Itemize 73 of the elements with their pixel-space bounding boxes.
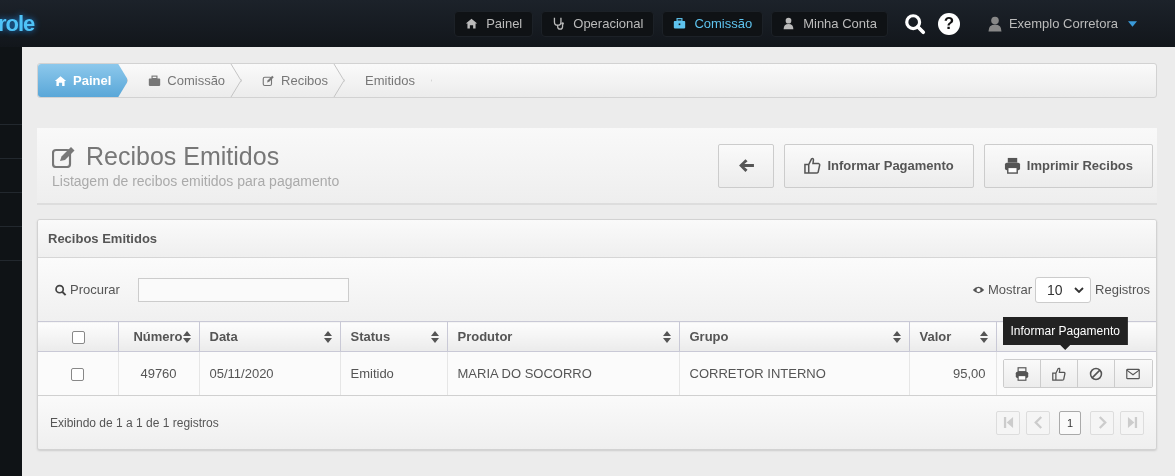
search-icon xyxy=(54,283,67,296)
briefcase-icon xyxy=(148,74,162,87)
thumbs-up-icon xyxy=(804,157,822,174)
chevron-down-icon xyxy=(1074,286,1085,293)
table-cell: CORRETOR INTERNO xyxy=(679,351,909,396)
stethoscope-icon xyxy=(552,17,566,30)
imprimir-recibos-button[interactable]: Imprimir Recibos xyxy=(983,143,1153,188)
records-label: Registros xyxy=(1095,282,1150,297)
help-icon[interactable]: ? xyxy=(937,12,960,35)
home-icon xyxy=(465,17,479,30)
nav-tab[interactable]: Minha Conta xyxy=(771,10,888,37)
chevron-left-icon xyxy=(1032,416,1044,429)
print-button[interactable] xyxy=(1003,360,1041,387)
page-title: Recibos Emitidos xyxy=(86,142,280,171)
ban-icon xyxy=(1088,366,1103,381)
search-label: Procurar xyxy=(54,282,120,297)
column-header[interactable]: Grupo xyxy=(679,321,909,352)
edit-icon xyxy=(52,145,76,168)
nav-tab[interactable]: Comissão xyxy=(662,10,764,37)
informar-pagamento-button[interactable]: Informar Pagamento xyxy=(784,143,974,188)
table-cell: MARIA DO SOCORRO xyxy=(447,351,679,396)
show-label: Mostrar xyxy=(972,282,1033,297)
page-button[interactable]: 1 xyxy=(1059,410,1081,435)
column-header[interactable]: Produtor xyxy=(447,321,679,352)
nav-tab[interactable]: Operacional xyxy=(541,10,655,37)
caret-icon xyxy=(1128,20,1137,27)
breadcrumb-link[interactable]: Emitidos xyxy=(345,64,432,97)
home-icon xyxy=(54,74,67,87)
thumbs-up-icon xyxy=(1051,366,1066,381)
user-icon xyxy=(782,17,796,30)
envelope-icon xyxy=(1126,366,1140,381)
page-size-select[interactable]: 10 xyxy=(1035,276,1092,303)
sort-icon xyxy=(323,330,332,343)
printer-icon xyxy=(1003,157,1021,174)
edit-icon xyxy=(262,74,276,87)
user-menu[interactable]: Exemplo Corretora xyxy=(981,14,1143,33)
panel-title: Recibos Emitidos xyxy=(38,220,1156,258)
nav-tab[interactable]: Painel xyxy=(454,10,534,37)
chevron-right-icon xyxy=(1096,416,1108,429)
search-icon[interactable] xyxy=(903,12,926,35)
sort-icon xyxy=(430,330,439,343)
select-all-checkbox[interactable] xyxy=(72,331,86,345)
briefcase-icon xyxy=(673,17,687,30)
records-info: Exibindo de 1 a 1 de 1 registros xyxy=(50,415,219,430)
first-page-icon xyxy=(1002,416,1014,429)
arrow-left-icon xyxy=(737,157,755,174)
sort-icon xyxy=(182,330,191,343)
user-icon xyxy=(987,15,1002,32)
breadcrumb-link[interactable]: Comissão xyxy=(128,64,243,97)
printer-icon xyxy=(1014,366,1029,381)
table-cell: 95,00 xyxy=(909,351,996,396)
table-cell: 49760 xyxy=(118,351,199,396)
breadcrumb-separator xyxy=(333,64,346,97)
sort-icon xyxy=(662,330,671,343)
cancel-button[interactable] xyxy=(1077,360,1115,387)
logo-text: role xyxy=(0,10,35,37)
row-checkbox[interactable] xyxy=(71,368,85,382)
thumbs-up-button[interactable] xyxy=(1040,360,1078,387)
breadcrumb-link[interactable]: Recibos xyxy=(242,64,346,97)
search-field[interactable] xyxy=(137,277,349,302)
column-header[interactable]: Status xyxy=(340,321,447,352)
back-button[interactable] xyxy=(718,143,775,188)
last-page-icon xyxy=(1126,416,1138,429)
column-header[interactable]: Número xyxy=(118,321,199,352)
breadcrumb-separator xyxy=(230,64,243,97)
sort-icon xyxy=(892,330,901,343)
page-subtitle: Listagem de recibos emitidos para pagamento xyxy=(52,173,340,189)
column-header[interactable]: Data xyxy=(199,321,340,352)
sort-icon xyxy=(979,330,988,343)
email-button[interactable] xyxy=(1114,360,1152,387)
table-cell: 05/11/2020 xyxy=(199,351,340,396)
column-header[interactable]: Valor xyxy=(909,321,996,352)
table-cell: Emitido xyxy=(340,351,447,396)
